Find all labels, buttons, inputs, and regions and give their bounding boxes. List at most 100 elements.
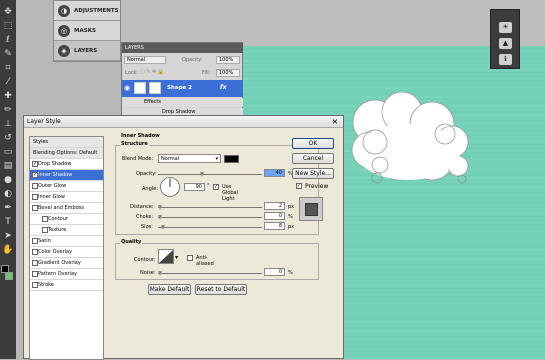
size-field[interactable]: 8: [264, 222, 285, 230]
dodge-tool-icon[interactable]: ◐: [2, 188, 14, 200]
style-item[interactable]: Inner Glow: [30, 192, 103, 203]
healing-tool-icon[interactable]: ✚: [2, 90, 14, 102]
info-icon[interactable]: ℹ: [499, 54, 512, 65]
opacity-slider[interactable]: [158, 172, 262, 177]
opacity-field[interactable]: 40: [264, 169, 285, 177]
lasso-tool-icon[interactable]: ℓ: [2, 34, 14, 46]
style-item[interactable]: Stroke: [30, 280, 103, 291]
move-tool-icon[interactable]: ✥: [2, 6, 14, 18]
size-slider[interactable]: [158, 225, 262, 230]
style-item[interactable]: Blending Options: Default: [30, 148, 103, 159]
style-item-checkbox[interactable]: [32, 282, 38, 288]
navigator-icon[interactable]: ☀: [499, 22, 512, 33]
style-item-checkbox[interactable]: [32, 205, 38, 211]
style-item-label: Blending Options: Default: [33, 150, 98, 156]
blend-mode-select[interactable]: Normal ▾: [158, 154, 221, 163]
lock-icons[interactable]: ▢ ✎ ✥ 🔒: [140, 69, 164, 75]
effects-row[interactable]: Effects: [122, 98, 243, 107]
checkbox-box[interactable]: ✓: [296, 183, 302, 189]
background-color-swatch[interactable]: [5, 272, 13, 280]
history-brush-tool-icon[interactable]: ↺: [2, 132, 14, 144]
use-global-light-label: Use Global Light: [222, 184, 238, 202]
style-item-checkbox[interactable]: [42, 216, 48, 222]
layers-panel-tab[interactable]: LAYERS: [122, 43, 243, 53]
style-item[interactable]: Color Overlay: [30, 247, 103, 258]
noise-label: Noise:: [140, 270, 156, 276]
tools-panel: ✥ ⬚ ℓ ✎ ⌗ ⁄ ✚ ✏ ⊥ ↺ ▭ ▤ ● ◐ ✒ T ➤ ✋: [0, 0, 16, 359]
type-tool-icon[interactable]: T: [2, 216, 14, 228]
fx-badge[interactable]: fx: [220, 84, 226, 91]
angle-field[interactable]: 90: [184, 183, 205, 191]
style-item-checkbox[interactable]: [32, 183, 38, 189]
distance-field[interactable]: 2: [264, 202, 285, 210]
style-item-checkbox[interactable]: [32, 249, 38, 255]
layer-row-shape-2[interactable]: ◉ Shape 2 fx: [122, 80, 243, 97]
noise-slider[interactable]: [158, 271, 262, 276]
style-item-checkbox[interactable]: [32, 271, 38, 277]
cloud-shape[interactable]: [340, 92, 475, 197]
checkbox-box[interactable]: [187, 255, 193, 261]
marquee-tool-icon[interactable]: ⬚: [2, 20, 14, 32]
style-item-checkbox[interactable]: ✓: [32, 172, 38, 178]
path-select-tool-icon[interactable]: ➤: [2, 230, 14, 242]
crop-tool-icon[interactable]: ⌗: [2, 62, 14, 74]
eyedropper-tool-icon[interactable]: ⁄: [2, 76, 14, 88]
layer-fill-field[interactable]: 100%: [216, 69, 240, 77]
layer-opacity-field[interactable]: 100%: [216, 56, 240, 64]
style-item-checkbox[interactable]: [32, 238, 38, 244]
pen-tool-icon[interactable]: ✒: [2, 202, 14, 214]
style-item[interactable]: Contour: [30, 214, 103, 225]
style-item-checkbox[interactable]: [32, 194, 38, 200]
dock-item-masks[interactable]: ◎ MASKS: [54, 21, 120, 41]
styles-header[interactable]: Styles: [30, 137, 103, 148]
distance-label: Distance:: [130, 204, 154, 210]
blend-mode-value: Normal: [161, 156, 180, 162]
make-default-button[interactable]: Make Default: [148, 284, 191, 295]
layers-panel: LAYERS Normal Opacity: 100% Lock: ▢ ✎ ✥ …: [121, 42, 243, 122]
close-icon[interactable]: ×: [330, 117, 340, 127]
new-style-button[interactable]: New Style...: [292, 168, 334, 179]
panel-dock: ◑ ADJUSTMENTS ◎ MASKS ◈ LAYERS: [53, 0, 121, 62]
hand-tool-icon[interactable]: ✋: [2, 244, 14, 256]
stamp-tool-icon[interactable]: ⊥: [2, 118, 14, 130]
layer-blend-mode-select[interactable]: Normal: [124, 56, 166, 64]
dock-item-adjustments[interactable]: ◑ ADJUSTMENTS: [54, 1, 120, 21]
cancel-button[interactable]: Cancel: [292, 153, 334, 164]
quick-select-tool-icon[interactable]: ✎: [2, 48, 14, 60]
style-preview-square: [305, 203, 318, 216]
checkbox-box[interactable]: ✓: [213, 184, 219, 190]
style-item[interactable]: Bevel and Emboss: [30, 203, 103, 214]
size-unit: px: [288, 224, 295, 230]
choke-slider[interactable]: [158, 215, 262, 220]
style-item[interactable]: Satin: [30, 236, 103, 247]
histogram-icon[interactable]: ▲: [499, 38, 512, 49]
brush-tool-icon[interactable]: ✏: [2, 104, 14, 116]
dialog-title: Layer Style: [24, 116, 343, 128]
style-item[interactable]: ✓ Inner Shadow: [30, 170, 103, 181]
noise-field[interactable]: 0: [264, 268, 285, 276]
style-item[interactable]: ✓ Drop Shadow: [30, 159, 103, 170]
blur-tool-icon[interactable]: ●: [2, 174, 14, 186]
shadow-color-swatch[interactable]: [224, 155, 239, 163]
style-item-label: Pattern Overlay: [38, 271, 78, 277]
layer-fill-label: Fill:: [202, 70, 211, 76]
style-item-checkbox[interactable]: [32, 260, 38, 266]
distance-slider[interactable]: [158, 205, 262, 210]
style-item[interactable]: Gradient Overlay: [30, 258, 103, 269]
layer-opacity-label: Opacity:: [182, 57, 203, 63]
eraser-tool-icon[interactable]: ▭: [2, 146, 14, 158]
dock-item-layers[interactable]: ◈ LAYERS: [54, 41, 120, 61]
eye-icon[interactable]: ◉: [124, 84, 130, 92]
style-item[interactable]: Pattern Overlay: [30, 269, 103, 280]
style-item[interactable]: Texture: [30, 225, 103, 236]
choke-field[interactable]: 0: [264, 212, 285, 220]
ok-button[interactable]: OK: [292, 138, 334, 149]
reset-to-default-button[interactable]: Reset to Default: [195, 284, 247, 295]
styles-list: Styles Blending Options: Default ✓ Drop Sh…: [29, 136, 104, 360]
style-item[interactable]: Outer Glow: [30, 181, 103, 192]
style-item-checkbox[interactable]: [42, 227, 48, 233]
angle-dial[interactable]: [159, 176, 181, 198]
contour-picker[interactable]: ▾: [158, 249, 180, 264]
style-item-checkbox[interactable]: ✓: [32, 161, 38, 167]
gradient-tool-icon[interactable]: ▤: [2, 160, 14, 172]
